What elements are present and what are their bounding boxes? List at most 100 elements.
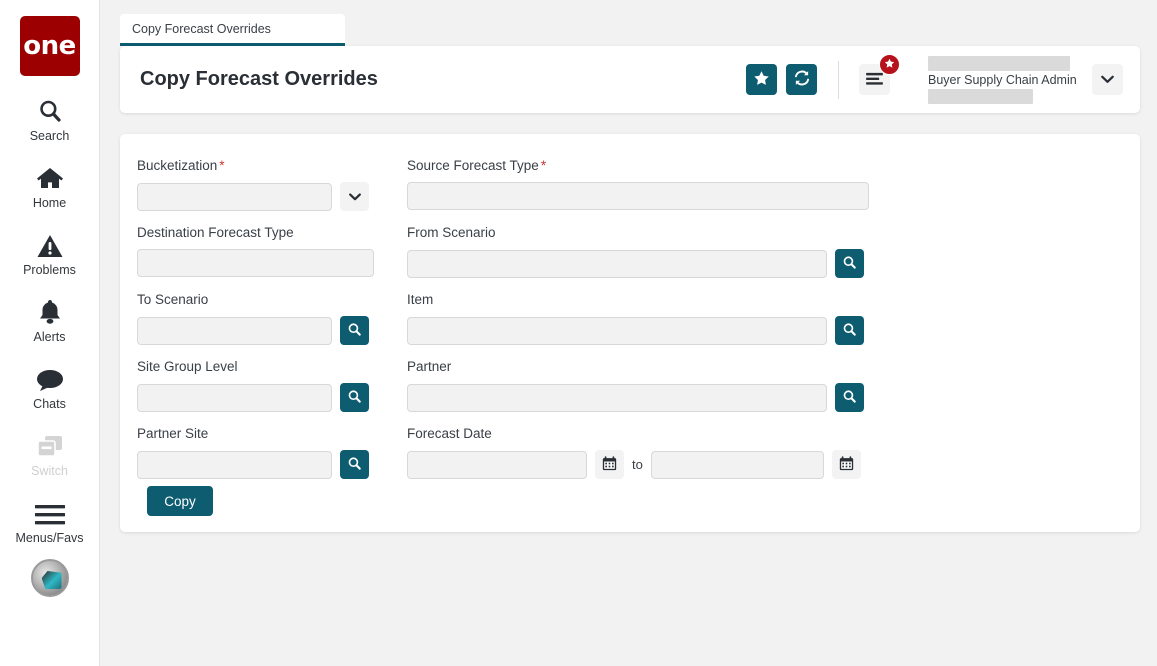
partner-input[interactable] <box>407 383 827 412</box>
sidebar-item-label: Alerts <box>33 330 66 344</box>
user-name-redacted <box>928 55 1070 71</box>
to-scenario-search-button[interactable] <box>340 316 369 345</box>
user-org-redacted <box>928 88 1033 104</box>
site-group-level-input[interactable] <box>137 383 332 412</box>
field-label: Partner Site <box>137 426 209 441</box>
search-icon <box>347 322 362 340</box>
header-actions: Buyer Supply Chain Admin <box>746 54 1140 104</box>
copy-forecast-form-panel: Bucketization * Source Forecast Type * D… <box>120 134 1140 532</box>
tab-copy-forecast-overrides[interactable]: Copy Forecast Overrides <box>120 14 345 46</box>
copy-submit-button[interactable]: Copy <box>147 486 213 516</box>
search-icon <box>347 389 362 407</box>
home-icon <box>36 161 64 191</box>
header-divider <box>838 60 839 99</box>
user-info[interactable]: Buyer Supply Chain Admin <box>928 55 1077 104</box>
required-asterisk: * <box>540 158 547 173</box>
form-row-4: Site Group Level Partner <box>137 359 869 412</box>
field-label: Partner <box>407 359 452 374</box>
sidebar-item-alerts[interactable]: Alerts <box>0 295 100 344</box>
sidebar-item-problems[interactable]: Problems <box>0 228 100 277</box>
field-label: Site Group Level <box>137 359 238 374</box>
field-control <box>137 249 407 277</box>
field-from-scenario: From Scenario <box>407 225 864 278</box>
field-control <box>137 450 407 479</box>
field-label: Bucketization * <box>137 158 407 176</box>
search-icon <box>842 389 857 407</box>
sidebar-item-label: Menus/Favs <box>15 531 84 545</box>
field-partner-site: Partner Site <box>137 426 407 479</box>
field-control <box>137 383 407 412</box>
form-row-3: To Scenario Item <box>137 292 869 345</box>
form-row-2: Destination Forecast Type From Scenario <box>137 225 869 278</box>
form-row-1: Bucketization * Source Forecast Type * <box>137 158 869 211</box>
destination-forecast-type-input[interactable] <box>137 249 374 277</box>
sidebar-item-search[interactable]: Search <box>0 94 100 143</box>
field-source-forecast-type: Source Forecast Type * <box>407 158 869 211</box>
calendar-icon <box>839 455 854 474</box>
to-scenario-input[interactable] <box>137 316 332 345</box>
field-forecast-date: Forecast Date to <box>407 426 861 479</box>
sidebar-item-chats[interactable]: Chats <box>0 362 100 411</box>
search-icon <box>347 456 362 474</box>
chevron-down-icon <box>1101 72 1114 87</box>
field-control <box>137 316 407 345</box>
partner-site-search-button[interactable] <box>340 450 369 479</box>
sidebar-item-label: Home <box>32 196 67 210</box>
field-bucketization: Bucketization * <box>137 158 407 211</box>
user-menu-toggle[interactable] <box>1092 64 1123 95</box>
refresh-icon <box>793 69 811 90</box>
chat-icon <box>36 362 64 392</box>
search-icon <box>842 322 857 340</box>
page-title: Copy Forecast Overrides <box>140 68 378 90</box>
refresh-button[interactable] <box>786 64 817 95</box>
app-logo[interactable]: one <box>19 16 80 76</box>
partner-search-button[interactable] <box>835 383 864 412</box>
item-search-button[interactable] <box>835 316 864 345</box>
required-asterisk: * <box>219 158 225 173</box>
from-scenario-search-button[interactable] <box>835 249 864 278</box>
sidebar-item-label: Switch <box>31 464 68 478</box>
hamburger-icon <box>866 72 883 88</box>
app-root: one Search Home Problems Alerts Chats Sw… <box>0 0 1157 666</box>
forecast-date-from-input[interactable] <box>407 450 587 479</box>
page-header: Copy Forecast Overrides Buyer Supply Cha… <box>120 46 1140 113</box>
sidebar-item-label: Chats <box>33 397 66 411</box>
bucketization-input[interactable] <box>137 182 332 211</box>
field-label: To Scenario <box>137 292 209 307</box>
field-label: Source Forecast Type * <box>407 158 869 176</box>
sidebar-item-label: Search <box>29 129 70 143</box>
field-control <box>407 316 864 345</box>
search-icon <box>37 94 63 124</box>
bucketization-dropdown-button[interactable] <box>340 182 369 211</box>
bell-icon <box>38 295 62 325</box>
date-range-separator: to <box>632 457 643 472</box>
partner-site-input[interactable] <box>137 450 332 479</box>
field-control <box>407 249 864 278</box>
source-forecast-type-input[interactable] <box>407 182 869 210</box>
chevron-down-icon <box>348 189 361 204</box>
forecast-date-from-calendar-button[interactable] <box>595 450 624 479</box>
field-label: From Scenario <box>407 225 496 240</box>
forecast-date-to-input[interactable] <box>650 450 824 479</box>
switch-icon <box>36 429 64 459</box>
field-label: Destination Forecast Type <box>137 225 294 240</box>
left-nav-rail: one Search Home Problems Alerts Chats Sw… <box>0 0 100 666</box>
warning-icon <box>37 228 63 258</box>
sidebar-item-switch[interactable]: Switch <box>0 429 100 478</box>
header-menu-button[interactable] <box>859 54 900 95</box>
star-icon <box>884 57 895 72</box>
from-scenario-input[interactable] <box>407 249 827 278</box>
sidebar-item-menus-favs[interactable]: Menus/Favs <box>0 496 100 545</box>
app-logo-text: one <box>23 31 76 61</box>
sidebar-item-home[interactable]: Home <box>0 161 100 210</box>
field-control <box>407 182 869 210</box>
site-group-level-search-button[interactable] <box>340 383 369 412</box>
menu-favorite-badge <box>879 54 900 75</box>
item-input[interactable] <box>407 316 827 345</box>
avatar[interactable] <box>30 559 69 597</box>
calendar-icon <box>602 455 617 474</box>
forecast-date-to-calendar-button[interactable] <box>831 450 861 479</box>
star-icon <box>753 70 770 90</box>
field-item: Item <box>407 292 864 345</box>
favorite-button[interactable] <box>746 64 777 95</box>
